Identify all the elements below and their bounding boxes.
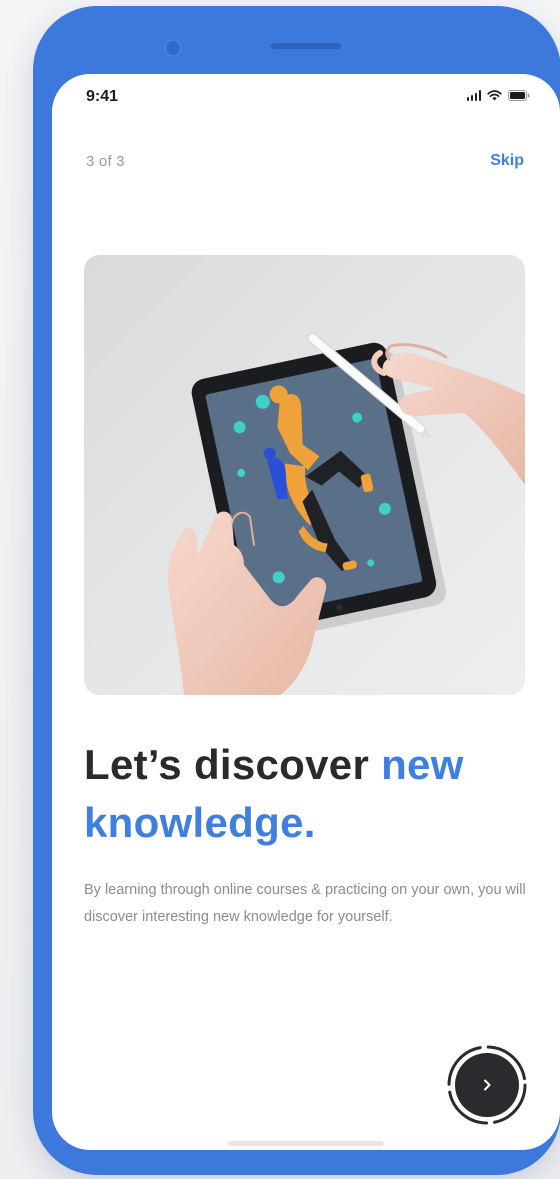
- skip-button[interactable]: Skip: [490, 152, 524, 170]
- earpiece-speaker: [271, 43, 341, 49]
- headline-text: Let’s discover: [84, 741, 382, 788]
- status-time: 9:41: [86, 88, 119, 105]
- next-button-core: [455, 1053, 519, 1117]
- onboarding-screen: 9:41 3 of 3 Skip Let’s discover new know…: [52, 74, 560, 1150]
- onboarding-progress: 3 of 3: [86, 153, 125, 170]
- next-button[interactable]: [446, 1044, 528, 1126]
- onboarding-headline: Let’s discover new knowledge.: [84, 736, 544, 852]
- onboarding-description: By learning through online courses & pra…: [84, 882, 526, 925]
- front-camera: [164, 39, 182, 57]
- wifi-icon: [487, 90, 502, 101]
- home-indicator: [228, 1141, 384, 1146]
- battery-icon: [508, 90, 530, 101]
- status-icons: [466, 90, 531, 101]
- chevron-right-icon: [484, 1079, 491, 1091]
- status-bar: 9:41: [52, 74, 560, 118]
- signal-icon: [466, 90, 481, 101]
- hero-illustration: [84, 255, 525, 695]
